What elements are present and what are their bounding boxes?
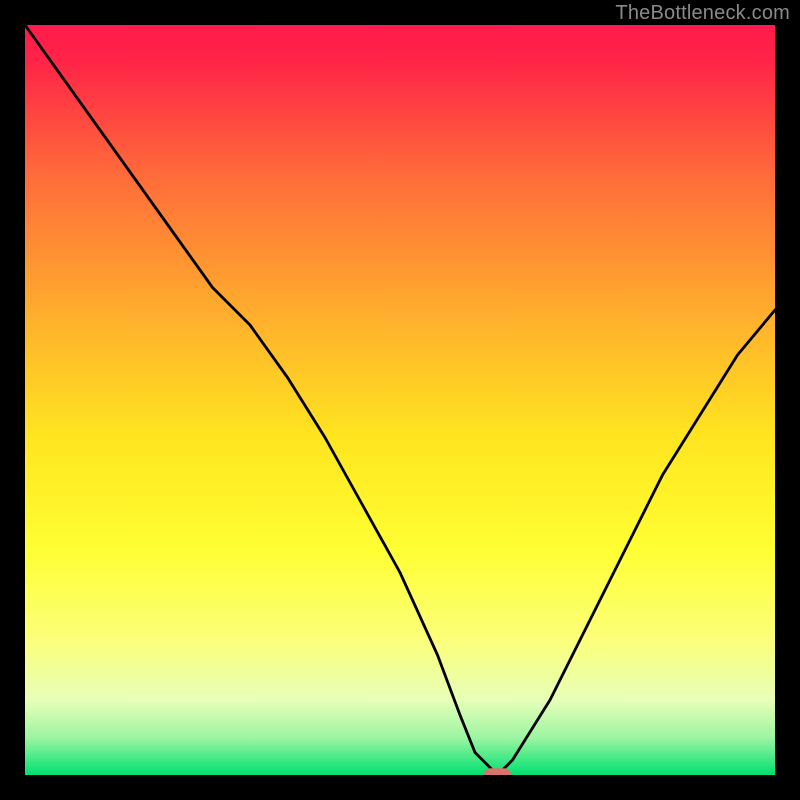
- optimum-marker: [484, 768, 511, 775]
- gradient-v-curve-chart: [25, 25, 775, 775]
- gradient-background: [25, 25, 775, 775]
- watermark-text: TheBottleneck.com: [615, 2, 790, 25]
- plot-area: [25, 25, 775, 775]
- chart-frame: TheBottleneck.com: [0, 0, 800, 800]
